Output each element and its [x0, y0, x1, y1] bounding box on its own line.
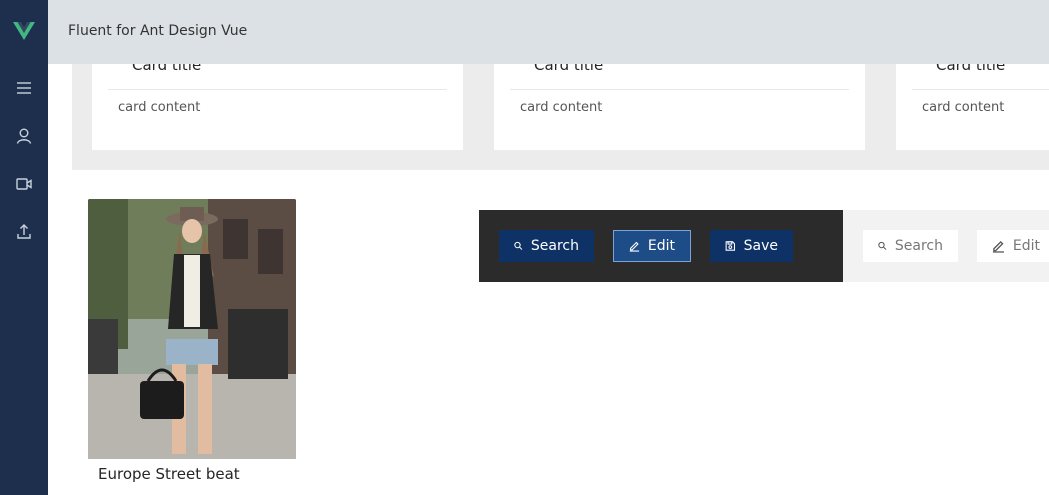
edit-button[interactable]: Edit: [613, 230, 691, 262]
card-content: card content: [118, 100, 201, 115]
app-title: Fluent for Ant Design Vue: [68, 23, 248, 39]
edit-icon: [629, 241, 640, 252]
edit-button[interactable]: Edit: [977, 230, 1049, 262]
light-button-group: Search Edit: [843, 210, 1049, 282]
search-button[interactable]: Search: [863, 230, 958, 262]
search-button[interactable]: Search: [499, 230, 594, 262]
card-divider: [108, 89, 447, 90]
vue-logo-icon[interactable]: [13, 22, 35, 40]
photo-caption: Europe Street beat: [98, 465, 240, 483]
menu-icon[interactable]: [14, 78, 34, 98]
search-icon: [878, 241, 887, 250]
app-header: Fluent for Ant Design Vue: [48, 0, 1049, 64]
edit-button-label: Edit: [647, 238, 675, 254]
search-button-label: Search: [894, 238, 943, 254]
search-button-label: Search: [530, 238, 579, 254]
video-icon[interactable]: [14, 174, 34, 194]
search-icon: [514, 241, 523, 250]
photo-card[interactable]: Europe Street beat: [88, 199, 296, 483]
card-divider: [510, 89, 849, 90]
upload-icon[interactable]: [14, 222, 34, 242]
sidebar: [0, 0, 48, 495]
card-content: card content: [520, 100, 603, 115]
edit-icon: [992, 240, 1004, 253]
card-divider: [912, 89, 1049, 90]
user-icon[interactable]: [14, 126, 34, 146]
save-button[interactable]: Save: [710, 230, 793, 262]
save-button-label: Save: [743, 238, 778, 254]
card-content: card content: [922, 100, 1005, 115]
edit-button-label: Edit: [1012, 238, 1040, 254]
save-icon: [725, 241, 736, 251]
dark-button-group: Search Edit Save: [479, 210, 843, 282]
street-photo: [88, 199, 296, 459]
